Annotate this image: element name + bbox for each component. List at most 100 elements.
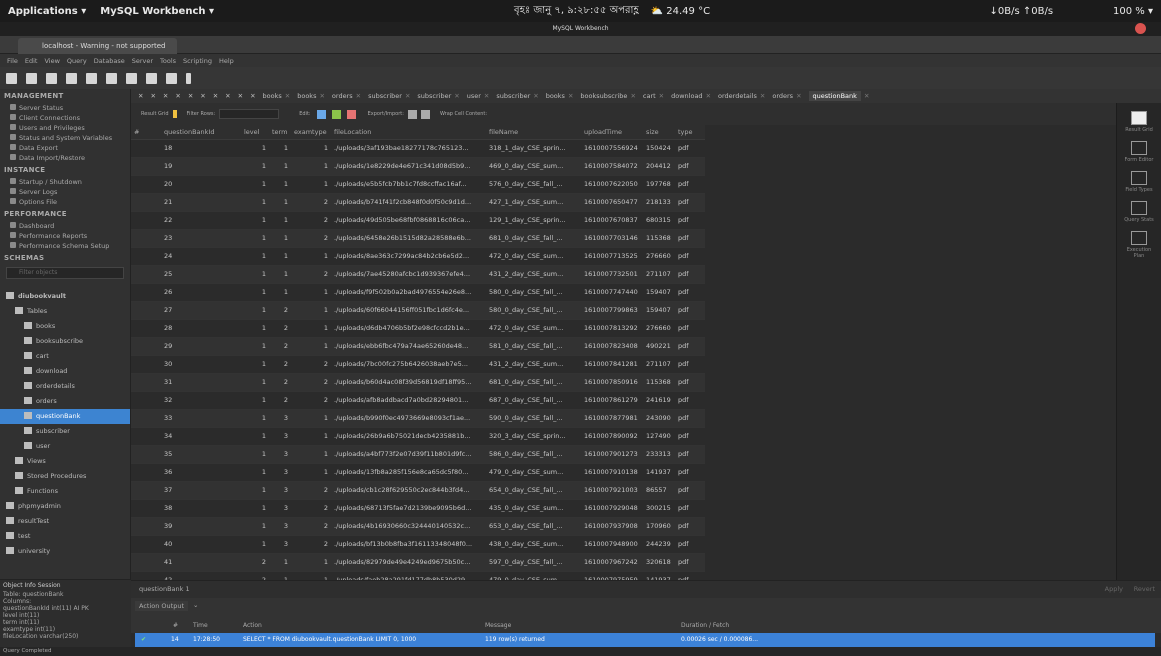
table-cell-size[interactable]: 86557: [643, 481, 675, 500]
table-cell-uploadtime[interactable]: 1610007747440: [581, 283, 643, 302]
table-cell-level[interactable]: 1: [241, 247, 269, 266]
table-cell-examtype[interactable]: 2: [291, 535, 331, 554]
table-cell-filename[interactable]: 576_0_day_CSE_fall_...: [486, 175, 581, 194]
schema-tree-item-diubookvault[interactable]: diubookvault: [0, 289, 130, 304]
add-row-icon[interactable]: [331, 109, 341, 119]
table-cell-size[interactable]: 197768: [643, 175, 675, 194]
table-cell-type[interactable]: pdf: [675, 265, 705, 284]
table-cell-filename[interactable]: 681_0_day_CSE_fall_...: [486, 229, 581, 248]
schema-tree-item-cart[interactable]: cart: [0, 349, 130, 364]
sidebar-item-dashboard[interactable]: Dashboard: [0, 221, 130, 231]
table-cell-size[interactable]: 170960: [643, 517, 675, 536]
table-cell-filelocation[interactable]: ./uploads/6458e26b1515d82a28588e6b...: [331, 229, 486, 248]
table-cell-questionbankid[interactable]: 42: [161, 571, 241, 580]
table-cell-filename[interactable]: 438_0_day_CSE_sum...: [486, 535, 581, 554]
table-cell-type[interactable]: pdf: [675, 571, 705, 580]
table-cell-examtype[interactable]: 1: [291, 301, 331, 320]
result-tab[interactable]: questionBank 1: [139, 585, 190, 593]
table-cell-examtype[interactable]: 2: [291, 265, 331, 284]
table-cell-level[interactable]: 1: [241, 229, 269, 248]
table-cell-term[interactable]: 1: [269, 571, 291, 580]
table-cell-questionbankid[interactable]: 28: [161, 319, 241, 338]
table-cell-questionbankid[interactable]: 36: [161, 463, 241, 482]
query-tab-orders[interactable]: orders: [332, 92, 353, 100]
panel-query-stats[interactable]: Query Stats: [1122, 201, 1156, 223]
sidebar-item-options-file[interactable]: Options File: [0, 197, 130, 207]
schema-tree-item-books[interactable]: books: [0, 319, 130, 334]
table-cell-size[interactable]: 159407: [643, 283, 675, 302]
grid-icon[interactable]: [172, 110, 177, 118]
table-cell-filename[interactable]: 590_0_day_CSE_fall_...: [486, 409, 581, 428]
table-cell-term[interactable]: 1: [269, 283, 291, 302]
table-cell-examtype[interactable]: 2: [291, 517, 331, 536]
revert-button[interactable]: Revert: [1134, 585, 1155, 593]
battery[interactable]: 100 % ▾: [1113, 6, 1153, 17]
schema-tree-item-resulttest[interactable]: resultTest: [0, 514, 130, 529]
table-cell-term[interactable]: 3: [269, 409, 291, 428]
table-cell-row-number[interactable]: [131, 499, 161, 518]
query-tab-download[interactable]: download: [671, 92, 702, 100]
table-row[interactable]: 36 1 3 1 ./uploads/13fb8a285f156e8ca65dc5f80…: [131, 463, 705, 482]
reconnect-icon[interactable]: [186, 72, 191, 84]
table-cell-questionbankid[interactable]: 39: [161, 517, 241, 536]
table-cell-filelocation[interactable]: ./uploads/8ae363c7299ac84b2cb6e5d2...: [331, 247, 486, 266]
table-cell-questionbankid[interactable]: 38: [161, 499, 241, 518]
table-cell-size[interactable]: 680315: [643, 211, 675, 230]
table-row[interactable]: 26 1 1 1 ./uploads/f9f502b0a2bad4976554e26e8…: [131, 283, 705, 302]
table-cell-examtype[interactable]: 1: [291, 139, 331, 158]
table-cell-examtype[interactable]: 1: [291, 463, 331, 482]
table-cell-row-number[interactable]: [131, 355, 161, 374]
column-header-term[interactable]: term: [269, 125, 291, 140]
panel-field-types[interactable]: Field Types: [1122, 171, 1156, 193]
table-row[interactable]: 33 1 3 1 ./uploads/b990f0ec4973669e8093cf1ae…: [131, 409, 705, 428]
table-cell-level[interactable]: 1: [241, 319, 269, 338]
table-cell-filename[interactable]: 580_0_day_CSE_fall_...: [486, 283, 581, 302]
table-cell-questionbankid[interactable]: 35: [161, 445, 241, 464]
table-cell-filelocation[interactable]: ./uploads/b741f41f2cb848f0d0f50c9d1d...: [331, 193, 486, 212]
table-cell-examtype[interactable]: 2: [291, 193, 331, 212]
table-cell-level[interactable]: 1: [241, 517, 269, 536]
schema-tree-item-subscriber[interactable]: subscriber: [0, 424, 130, 439]
create-function-icon[interactable]: [146, 72, 157, 84]
table-row[interactable]: 40 1 3 2 ./uploads/bf13b0b8fba3f16113348048f…: [131, 535, 705, 554]
table-row[interactable]: 28 1 2 1 ./uploads/d6db4706b5bf2e98cfccd2b1e…: [131, 319, 705, 338]
table-cell-filelocation[interactable]: ./uploads/82979de49e4249ed9675b50c...: [331, 553, 486, 572]
sidebar-item-startup-shutdown[interactable]: Startup / Shutdown: [0, 177, 130, 187]
table-cell-level[interactable]: 1: [241, 157, 269, 176]
table-row[interactable]: 20 1 1 1 ./uploads/e5b5fcb7bb1c7fd8ccffac16a…: [131, 175, 705, 194]
table-cell-level[interactable]: 1: [241, 463, 269, 482]
table-cell-uploadtime[interactable]: 1610007799863: [581, 301, 643, 320]
table-cell-level[interactable]: 1: [241, 175, 269, 194]
table-cell-filelocation[interactable]: ./uploads/ebb6fbc479a74ae65260de48...: [331, 337, 486, 356]
table-cell-size[interactable]: 271107: [643, 265, 675, 284]
table-cell-row-number[interactable]: [131, 391, 161, 410]
close-tab-icon[interactable]: ✕: [630, 92, 635, 100]
table-row[interactable]: 24 1 1 1 ./uploads/8ae363c7299ac84b2cb6e5d2.…: [131, 247, 705, 266]
table-cell-row-number[interactable]: [131, 535, 161, 554]
table-cell-filename[interactable]: 653_0_day_CSE_fall_...: [486, 517, 581, 536]
table-cell-uploadtime[interactable]: 1610007823408: [581, 337, 643, 356]
table-cell-uploadtime[interactable]: 1610007948900: [581, 535, 643, 554]
table-cell-filelocation[interactable]: ./uploads/49d505be68fbf0868816c06ca...: [331, 211, 486, 230]
table-cell-level[interactable]: 1: [241, 427, 269, 446]
table-cell-term[interactable]: 1: [269, 193, 291, 212]
table-cell-filename[interactable]: 479_0_day_CSE_sum...: [486, 571, 581, 580]
table-cell-term[interactable]: 1: [269, 175, 291, 194]
table-row[interactable]: 25 1 1 2 ./uploads/7ae45280afcbc1d939367efe4…: [131, 265, 705, 284]
table-row[interactable]: 32 1 2 2 ./uploads/afb8addbacd7a0bd28294801.…: [131, 391, 705, 410]
panel-result-grid[interactable]: Result Grid: [1122, 111, 1156, 133]
table-cell-filelocation[interactable]: ./uploads/60f66044156ff051fbc1d6fc4e...: [331, 301, 486, 320]
query-tab-cart[interactable]: cart: [643, 92, 656, 100]
table-cell-type[interactable]: pdf: [675, 139, 705, 158]
table-cell-questionbankid[interactable]: 22: [161, 211, 241, 230]
chevron-down-icon[interactable]: ⌄: [193, 601, 198, 609]
table-cell-level[interactable]: 1: [241, 301, 269, 320]
table-cell-term[interactable]: 2: [269, 373, 291, 392]
column-header-row-number[interactable]: #: [131, 125, 161, 140]
table-cell-uploadtime[interactable]: 1610007584072: [581, 157, 643, 176]
table-cell-term[interactable]: 2: [269, 319, 291, 338]
close-tab-icon[interactable]: ✕: [454, 92, 459, 100]
table-cell-uploadtime[interactable]: 1610007841281: [581, 355, 643, 374]
apply-button[interactable]: Apply: [1105, 585, 1123, 593]
table-cell-uploadtime[interactable]: 1610007622050: [581, 175, 643, 194]
